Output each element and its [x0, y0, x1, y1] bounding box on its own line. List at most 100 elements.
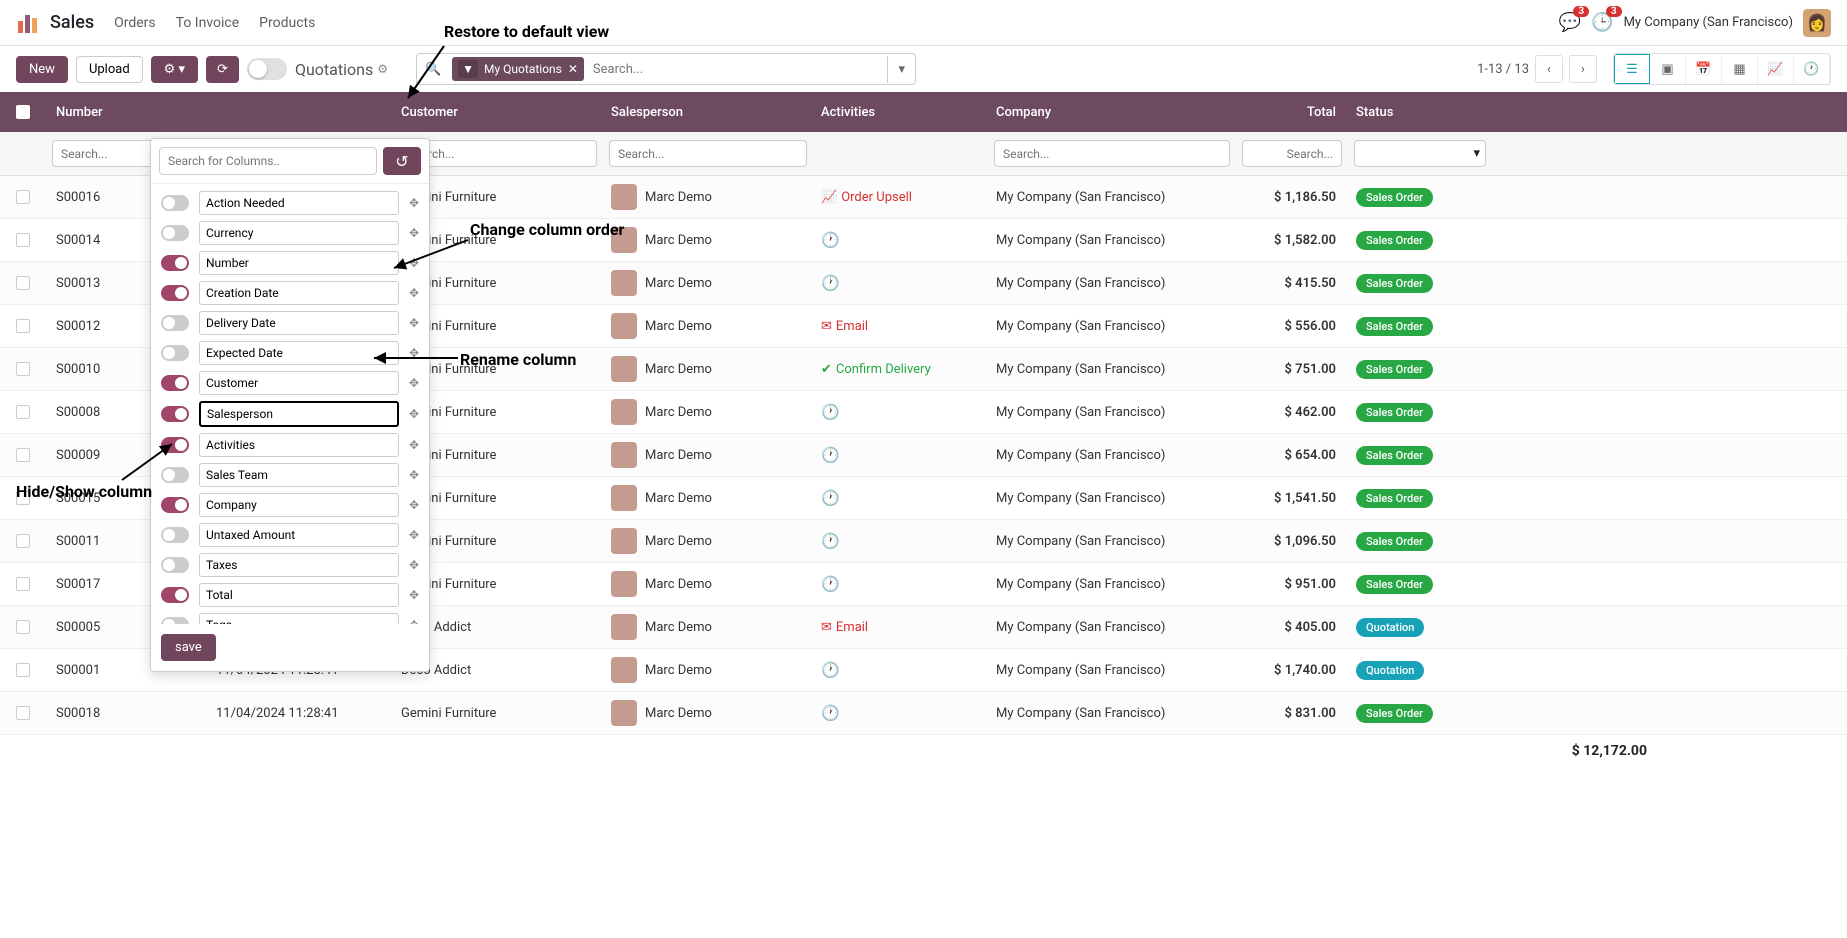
column-visibility-toggle[interactable]: [161, 255, 189, 271]
view-list-icon[interactable]: ☰: [1614, 54, 1650, 84]
filter-status[interactable]: ▾: [1354, 140, 1486, 167]
gear-icon[interactable]: ⚙: [377, 62, 388, 76]
drag-handle-icon[interactable]: ✥: [409, 468, 419, 482]
col-header-date[interactable]: [206, 104, 391, 120]
confirm-activity[interactable]: ✔ Confirm Delivery: [821, 362, 976, 377]
column-name-input[interactable]: [199, 463, 399, 487]
row-checkbox[interactable]: [16, 405, 30, 419]
row-checkbox[interactable]: [16, 663, 30, 677]
column-visibility-toggle[interactable]: [161, 345, 189, 361]
global-search[interactable]: 🔍 ▼ My Quotations ✕ ▾: [416, 53, 916, 85]
column-visibility-toggle[interactable]: [161, 437, 189, 453]
drag-handle-icon[interactable]: ✥: [409, 498, 419, 512]
save-button[interactable]: save: [161, 634, 216, 661]
clock-icon[interactable]: 🕐: [821, 274, 840, 292]
column-name-input[interactable]: [199, 401, 399, 427]
nav-orders[interactable]: Orders: [114, 15, 156, 31]
drag-handle-icon[interactable]: ✥: [409, 346, 419, 360]
row-checkbox[interactable]: [16, 491, 30, 505]
row-checkbox[interactable]: [16, 319, 30, 333]
drag-handle-icon[interactable]: ✥: [409, 438, 419, 452]
column-visibility-toggle[interactable]: [161, 587, 189, 603]
column-visibility-toggle[interactable]: [161, 406, 189, 422]
column-name-input[interactable]: [199, 311, 399, 335]
column-visibility-toggle[interactable]: [161, 527, 189, 543]
clock-icon[interactable]: 🕐: [821, 489, 840, 507]
column-name-input[interactable]: [199, 191, 399, 215]
view-activity-icon[interactable]: 🕐: [1794, 54, 1830, 84]
col-header-status[interactable]: Status: [1346, 97, 1491, 128]
col-header-salesperson[interactable]: Salesperson: [601, 97, 811, 128]
column-visibility-toggle[interactable]: [161, 617, 189, 624]
view-kanban-icon[interactable]: ▣: [1650, 54, 1686, 84]
clock-icon[interactable]: 🕐: [821, 231, 840, 249]
drag-handle-icon[interactable]: ✥: [409, 558, 419, 572]
column-name-input[interactable]: [199, 433, 399, 457]
new-button[interactable]: New: [16, 56, 68, 83]
column-name-input[interactable]: [199, 281, 399, 305]
filter-salesperson[interactable]: [609, 140, 807, 167]
column-name-input[interactable]: [199, 493, 399, 517]
row-checkbox[interactable]: [16, 362, 30, 376]
pager-prev[interactable]: ‹: [1535, 55, 1563, 83]
email-activity[interactable]: ✉ Email: [821, 319, 976, 334]
column-visibility-toggle[interactable]: [161, 467, 189, 483]
drag-handle-icon[interactable]: ✥: [409, 196, 419, 210]
row-checkbox[interactable]: [16, 233, 30, 247]
col-header-company[interactable]: Company: [986, 97, 1236, 128]
select-all-checkbox[interactable]: [16, 105, 30, 119]
column-visibility-toggle[interactable]: [161, 375, 189, 391]
clock-icon[interactable]: 🕐: [821, 403, 840, 421]
column-visibility-toggle[interactable]: [161, 225, 189, 241]
view-pivot-icon[interactable]: ▦: [1722, 54, 1758, 84]
col-header-customer[interactable]: Customer: [391, 97, 601, 128]
drag-handle-icon[interactable]: ✥: [409, 376, 419, 390]
drag-handle-icon[interactable]: ✥: [409, 528, 419, 542]
column-search-input[interactable]: [159, 147, 377, 175]
company-switcher[interactable]: My Company (San Francisco): [1624, 15, 1793, 30]
row-checkbox[interactable]: [16, 577, 30, 591]
column-name-input[interactable]: [199, 341, 399, 365]
activities-icon[interactable]: 🕒3: [1591, 12, 1613, 33]
row-checkbox[interactable]: [16, 276, 30, 290]
nav-products[interactable]: Products: [259, 15, 315, 31]
col-header-activities[interactable]: Activities: [811, 97, 986, 128]
row-checkbox[interactable]: [16, 620, 30, 634]
user-avatar[interactable]: 👩: [1803, 9, 1831, 37]
column-name-input[interactable]: [199, 251, 399, 275]
filter-total[interactable]: [1242, 140, 1342, 167]
drag-handle-icon[interactable]: ✥: [409, 286, 419, 300]
upsell-activity[interactable]: 📈 Order Upsell: [821, 190, 976, 205]
clock-icon[interactable]: 🕐: [821, 661, 840, 679]
column-name-input[interactable]: [199, 371, 399, 395]
restore-default-button[interactable]: ↺: [383, 147, 421, 175]
column-name-input[interactable]: [199, 221, 399, 245]
column-name-input[interactable]: [199, 553, 399, 577]
view-calendar-icon[interactable]: 📅: [1686, 54, 1722, 84]
messages-icon[interactable]: 💬3: [1559, 12, 1581, 33]
email-activity[interactable]: ✉ Email: [821, 620, 976, 635]
clock-icon[interactable]: 🕐: [821, 704, 840, 722]
search-dropdown[interactable]: ▾: [887, 56, 915, 83]
clock-icon[interactable]: 🕐: [821, 446, 840, 464]
drag-handle-icon[interactable]: ✥: [409, 226, 419, 240]
column-visibility-toggle[interactable]: [161, 315, 189, 331]
clock-icon[interactable]: 🕐: [821, 575, 840, 593]
column-settings-button[interactable]: ⚙ ▾: [151, 56, 198, 83]
drag-handle-icon[interactable]: ✥: [409, 316, 419, 330]
column-visibility-toggle[interactable]: [161, 497, 189, 513]
row-checkbox[interactable]: [16, 706, 30, 720]
column-name-input[interactable]: [199, 583, 399, 607]
row-checkbox[interactable]: [16, 534, 30, 548]
view-graph-icon[interactable]: 📈: [1758, 54, 1794, 84]
col-header-number[interactable]: Number: [46, 97, 206, 128]
drag-handle-icon[interactable]: ✥: [409, 407, 419, 421]
row-checkbox[interactable]: [16, 448, 30, 462]
clock-icon[interactable]: 🕐: [821, 532, 840, 550]
drag-handle-icon[interactable]: ✥: [409, 618, 419, 624]
refresh-button[interactable]: ⟳: [206, 56, 239, 83]
column-name-input[interactable]: [199, 523, 399, 547]
drag-handle-icon[interactable]: ✥: [409, 256, 419, 270]
filter-chip-my-quotations[interactable]: ▼ My Quotations ✕: [452, 57, 584, 81]
pager-next[interactable]: ›: [1569, 55, 1597, 83]
